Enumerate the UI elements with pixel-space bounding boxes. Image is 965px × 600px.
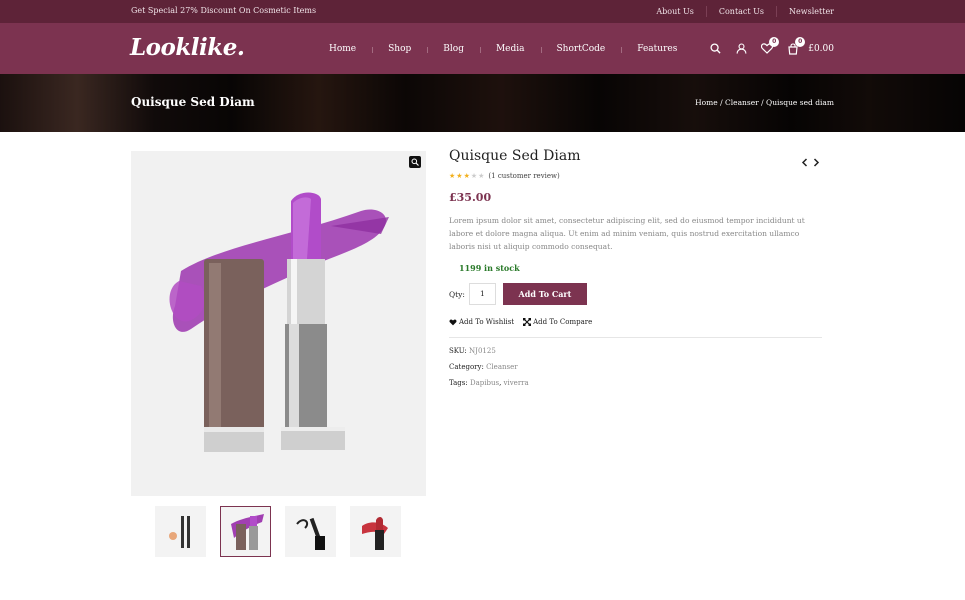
stock-status: 1199 in stock (459, 263, 520, 273)
quantity-row: Qty: 1 Add To Cart (449, 283, 822, 305)
thumbnail-4[interactable] (350, 506, 401, 557)
tags-row: Tags: Dapibus, viverra (449, 379, 822, 387)
user-icon[interactable] (734, 42, 748, 56)
newsletter-link[interactable]: Newsletter (776, 6, 834, 17)
star-icon: ★ (456, 172, 463, 180)
search-icon[interactable] (708, 42, 722, 56)
star-rating: ★ ★ ★ ★ ★ (449, 172, 484, 180)
product-summary: Quisque Sed Diam ★ ★ ★ ★ ★ (1 customer r… (449, 148, 822, 395)
thumbnail-3[interactable] (285, 506, 336, 557)
compare-icon (523, 318, 532, 326)
review-link[interactable]: (1 customer review) (488, 172, 559, 180)
category-link[interactable]: Cleanser (486, 363, 518, 371)
top-links: About Us Contact Us Newsletter (644, 0, 834, 23)
star-icon: ★ (449, 172, 456, 180)
contact-us-link[interactable]: Contact Us (705, 6, 776, 17)
compare-label: Add To Compare (533, 318, 593, 326)
wishlist-count-badge: 0 (769, 36, 780, 47)
sku-row: SKU: NJ0125 (449, 347, 822, 355)
page-banner: Quisque Sed Diam Home / Cleanser / Quisq… (0, 74, 965, 132)
main-header: Looklike. Home Shop Blog Media ShortCode… (0, 23, 965, 74)
banner-title: Quisque Sed Diam (131, 95, 255, 109)
category-row: Category: Cleanser (449, 363, 822, 371)
thumbnail-strip (155, 506, 401, 557)
nav-home[interactable]: Home (313, 44, 372, 54)
add-to-compare-link[interactable]: Add To Compare (523, 318, 592, 326)
qty-label: Qty: (449, 289, 465, 299)
top-bar: Get Special 27% Discount On Cosmetic Ite… (0, 0, 965, 23)
thumbnail-1[interactable] (155, 506, 206, 557)
add-to-cart-button[interactable]: Add To Cart (502, 283, 587, 305)
tags-label: Tags: (449, 379, 468, 387)
product-description: Lorem ipsum dolor sit amet, consectetur … (449, 216, 805, 251)
add-to-wishlist-link[interactable]: Add To Wishlist (449, 318, 514, 326)
cart-icon[interactable]: 0 (786, 36, 806, 56)
lipstick-image (169, 192, 389, 452)
main-nav: Home Shop Blog Media ShortCode Features (313, 23, 693, 74)
product-actions: Add To Wishlist Add To Compare (449, 318, 822, 338)
nav-shortcode[interactable]: ShortCode (540, 44, 622, 54)
heart-icon (449, 319, 457, 325)
star-icon: ★ (463, 172, 470, 180)
breadcrumb[interactable]: Home / Cleanser / Quisque sed diam (695, 98, 834, 107)
header-icons: 0 0 £0.00 (708, 23, 834, 74)
nav-features[interactable]: Features (621, 44, 693, 54)
about-us-link[interactable]: About Us (644, 6, 705, 17)
nav-blog[interactable]: Blog (427, 44, 480, 54)
nav-shop[interactable]: Shop (372, 44, 427, 54)
zoom-icon[interactable] (409, 156, 421, 168)
promo-text: Get Special 27% Discount On Cosmetic Ite… (131, 6, 317, 15)
product-main-image[interactable] (131, 151, 426, 496)
tag-separator: , (499, 379, 502, 387)
site-logo[interactable]: Looklike. (130, 34, 245, 61)
product-title: Quisque Sed Diam (449, 148, 581, 164)
category-label: Category: (449, 363, 484, 371)
sku-label: SKU: (449, 347, 467, 355)
tag-link[interactable]: viverra (504, 379, 529, 387)
thumbnail-2[interactable] (220, 506, 271, 557)
next-product-icon[interactable] (813, 152, 820, 171)
star-icon: ★ (478, 172, 485, 180)
wishlist-label: Add To Wishlist (459, 318, 515, 326)
wishlist-icon[interactable]: 0 (760, 36, 780, 56)
product-meta: SKU: NJ0125 Category: Cleanser Tags: Dap… (449, 347, 822, 387)
quantity-input[interactable]: 1 (468, 283, 496, 305)
nav-media[interactable]: Media (479, 44, 541, 54)
cart-total[interactable]: £0.00 (808, 44, 834, 54)
prev-product-icon[interactable] (801, 152, 808, 171)
product-nav (801, 152, 820, 171)
product-rating: ★ ★ ★ ★ ★ (1 customer review) (449, 172, 822, 180)
tag-link[interactable]: Dapibus (470, 379, 499, 387)
cart-count-badge: 0 (795, 36, 806, 47)
product-price: £35.00 (449, 191, 492, 204)
star-icon: ★ (470, 172, 478, 180)
sku-value: NJ0125 (469, 347, 496, 355)
